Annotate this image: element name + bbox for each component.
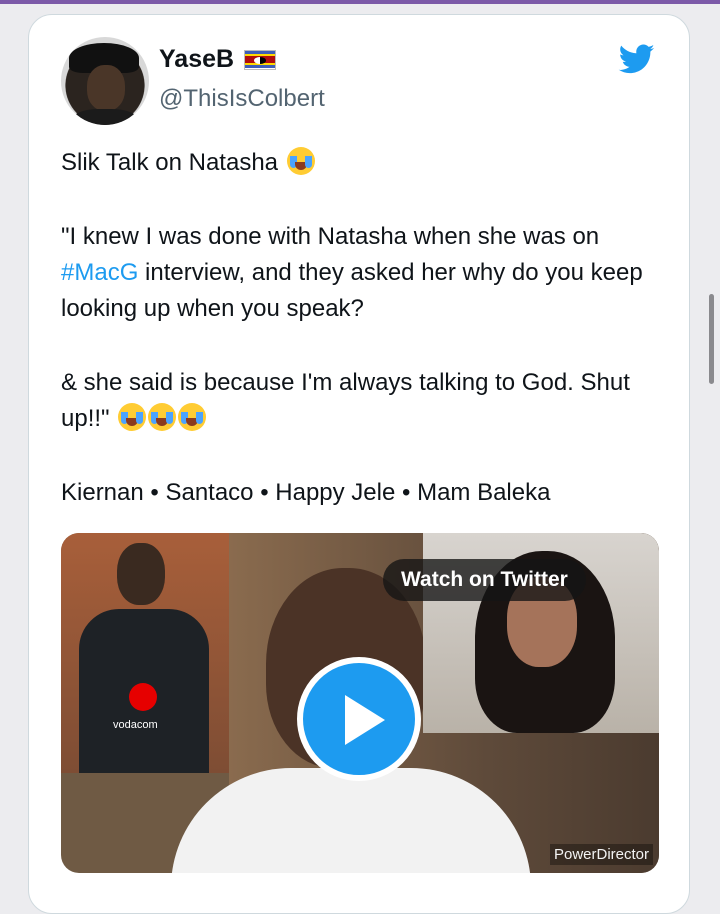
- twitter-bird-icon[interactable]: [615, 41, 659, 77]
- video-thumbnail[interactable]: vodacom Watch on Twitter PowerDirector: [61, 533, 659, 873]
- video-watermark: PowerDirector: [549, 844, 653, 865]
- scrollbar-thumb[interactable]: [709, 294, 714, 384]
- avatar-shirt: [71, 109, 139, 125]
- author-name-row: YaseB: [159, 45, 277, 74]
- video-inset-left: vodacom: [61, 533, 229, 773]
- loudly-crying-face-icon: [178, 403, 207, 431]
- tweet-text-line1: Slik Talk on Natasha: [61, 145, 315, 181]
- play-icon: [345, 695, 385, 745]
- eswatini-flag-icon: [244, 49, 277, 70]
- tweet-title-text: Slik Talk on Natasha: [61, 149, 279, 176]
- user-handle[interactable]: @ThisIsColbert: [159, 85, 325, 113]
- display-name[interactable]: YaseB: [159, 45, 234, 74]
- play-button[interactable]: [297, 657, 421, 781]
- face-with-tears-of-joy-icon: [286, 147, 315, 175]
- loudly-crying-face-icon: [118, 403, 147, 431]
- jersey-sponsor-text: vodacom: [113, 719, 158, 731]
- tweet-quote-paragraph: "I knew I was done with Natasha when she…: [61, 219, 661, 327]
- top-accent-bar: [0, 0, 720, 4]
- player-head: [117, 543, 165, 605]
- hashtag-link[interactable]: #MacG: [61, 259, 138, 286]
- vodafone-logo-icon: [129, 683, 157, 711]
- quote-line3: & she said is because I'm always talking…: [61, 369, 630, 432]
- tweet-quote-paragraph-2: & she said is because I'm always talking…: [61, 365, 661, 437]
- tweet-card[interactable]: YaseB @ThisIsColbert Slik Talk on Natash…: [28, 14, 690, 914]
- loudly-crying-face-icon: [148, 403, 177, 431]
- avatar-face: [87, 65, 125, 111]
- quote-part2: interview, and they asked her why do you…: [61, 259, 643, 322]
- avatar[interactable]: [61, 37, 149, 125]
- tweet-tags-line: Kiernan • Santaco • Happy Jele • Mam Bal…: [61, 479, 551, 506]
- watch-on-twitter-button[interactable]: Watch on Twitter: [383, 559, 586, 601]
- quote-part1: "I knew I was done with Natasha when she…: [61, 223, 600, 250]
